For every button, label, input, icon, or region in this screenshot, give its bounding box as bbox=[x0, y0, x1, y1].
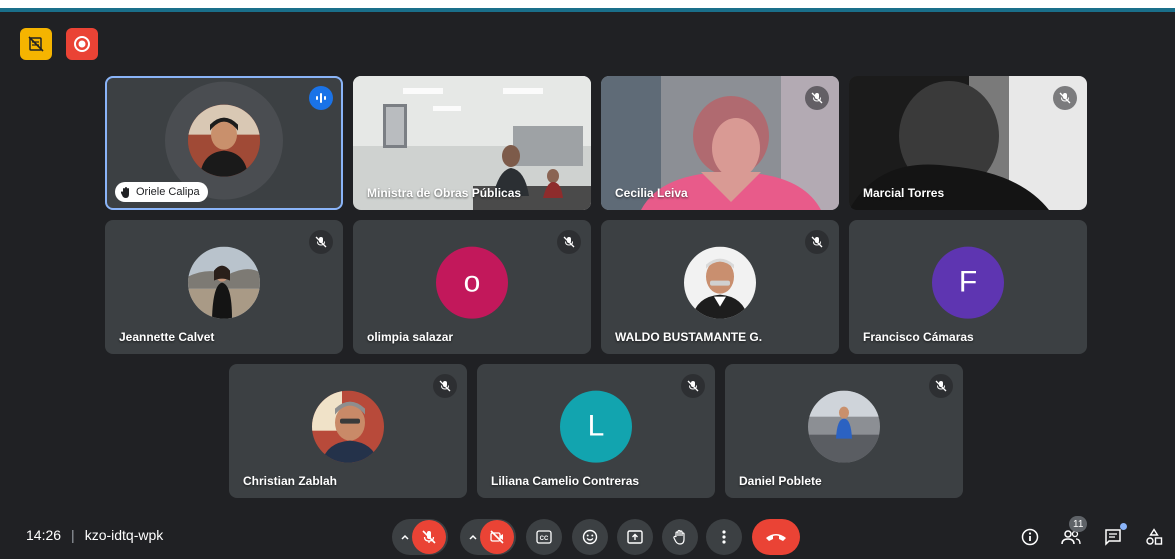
participant-name: Daniel Poblete bbox=[739, 474, 822, 488]
participant-tile-jeannette[interactable]: Jeannette Calvet bbox=[105, 220, 343, 354]
participant-tile-oriele[interactable]: Oriele Calipa bbox=[105, 76, 343, 210]
meeting-toolbar: 14:26 | kzo-idtq-wpk CC 11 bbox=[0, 511, 1175, 559]
participant-tile-cecilia[interactable]: Cecilia Leiva bbox=[601, 76, 839, 210]
participant-tile-marcial[interactable]: Marcial Torres bbox=[849, 76, 1087, 210]
avatar bbox=[188, 104, 260, 177]
participant-tile-olimpia[interactable]: o olimpia salazar bbox=[353, 220, 591, 354]
avatar-letter: o bbox=[463, 265, 481, 299]
speaking-indicator-icon bbox=[309, 86, 333, 110]
mic-muted-icon bbox=[681, 374, 705, 398]
mic-muted-icon bbox=[929, 374, 953, 398]
raised-hand-icon bbox=[121, 186, 129, 198]
participant-tile-francisco[interactable]: F Francisco Cámaras bbox=[849, 220, 1087, 354]
unread-dot bbox=[1120, 523, 1127, 530]
reactions-button[interactable] bbox=[572, 519, 608, 555]
mic-muted-icon bbox=[1053, 86, 1077, 110]
avatar: L bbox=[560, 390, 632, 463]
participant-tile-christian[interactable]: Christian Zablah bbox=[229, 364, 467, 498]
more-vertical-icon bbox=[722, 530, 726, 544]
raise-hand-button[interactable] bbox=[662, 519, 698, 555]
emoji-icon bbox=[582, 529, 598, 545]
separator: | bbox=[71, 527, 75, 543]
meeting-info: 14:26 | kzo-idtq-wpk bbox=[26, 527, 163, 543]
participant-name-pill: Oriele Calipa bbox=[115, 182, 208, 202]
participant-tile-ministra[interactable]: Ministra de Obras Públicas bbox=[353, 76, 591, 210]
avatar: o bbox=[436, 246, 508, 319]
captions-icon: CC bbox=[536, 530, 552, 544]
top-edge bbox=[0, 0, 1175, 12]
chat-icon[interactable] bbox=[1101, 523, 1127, 549]
participant-name: Oriele Calipa bbox=[136, 186, 200, 198]
recording-icon[interactable] bbox=[66, 28, 98, 60]
avatar-letter: L bbox=[587, 409, 605, 443]
more-options-button[interactable] bbox=[706, 519, 742, 555]
people-icon[interactable]: 11 bbox=[1059, 516, 1088, 549]
present-button[interactable] bbox=[617, 519, 653, 555]
participant-name: Ministra de Obras Públicas bbox=[367, 186, 522, 200]
activities-icon[interactable] bbox=[1142, 525, 1166, 549]
participant-tile-waldo[interactable]: WALDO BUSTAMANTE G. bbox=[601, 220, 839, 354]
top-accent-bar bbox=[0, 8, 1175, 12]
mic-muted-icon bbox=[309, 230, 333, 254]
mic-control-group bbox=[392, 519, 448, 555]
avatar-letter: F bbox=[958, 265, 978, 299]
avatar bbox=[312, 390, 384, 463]
participant-name: Jeannette Calvet bbox=[119, 330, 215, 344]
chevron-up-icon[interactable] bbox=[400, 532, 410, 542]
meeting-code: kzo-idtq-wpk bbox=[84, 527, 164, 543]
leave-call-button[interactable] bbox=[752, 519, 800, 555]
present-screen-icon bbox=[627, 530, 643, 544]
notes-off-icon[interactable] bbox=[20, 28, 52, 60]
participant-name: WALDO BUSTAMANTE G. bbox=[615, 330, 763, 344]
participant-name: Liliana Camelio Contreras bbox=[491, 474, 640, 488]
camera-off-icon bbox=[490, 530, 504, 544]
meeting-time: 14:26 bbox=[26, 527, 62, 543]
participant-name: Marcial Torres bbox=[863, 186, 945, 200]
camera-control-group bbox=[460, 519, 516, 555]
hang-up-icon bbox=[766, 534, 786, 541]
meeting-details-icon[interactable] bbox=[1018, 525, 1042, 549]
participant-name: Christian Zablah bbox=[243, 474, 338, 488]
participant-name: olimpia salazar bbox=[367, 330, 454, 344]
participant-name: Cecilia Leiva bbox=[615, 186, 688, 200]
mic-muted-icon bbox=[433, 374, 457, 398]
raise-hand-icon bbox=[673, 529, 685, 545]
participant-tile-daniel[interactable]: Daniel Poblete bbox=[725, 364, 963, 498]
mic-off-icon bbox=[422, 530, 436, 544]
avatar bbox=[684, 246, 756, 319]
avatar bbox=[188, 246, 260, 319]
mic-muted-icon bbox=[805, 230, 829, 254]
mic-muted-icon bbox=[805, 86, 829, 110]
chevron-up-icon[interactable] bbox=[468, 532, 478, 542]
svg-text:CC: CC bbox=[540, 536, 549, 542]
participant-tile-liliana[interactable]: L Liliana Camelio Contreras bbox=[477, 364, 715, 498]
avatar bbox=[808, 390, 880, 463]
participant-name: Francisco Cámaras bbox=[863, 330, 974, 344]
mic-off-button[interactable] bbox=[412, 520, 446, 554]
participant-count-badge: 11 bbox=[1069, 516, 1088, 532]
mic-muted-icon bbox=[557, 230, 581, 254]
avatar: F bbox=[932, 246, 1004, 319]
captions-button[interactable]: CC bbox=[526, 519, 562, 555]
camera-off-button[interactable] bbox=[480, 520, 514, 554]
